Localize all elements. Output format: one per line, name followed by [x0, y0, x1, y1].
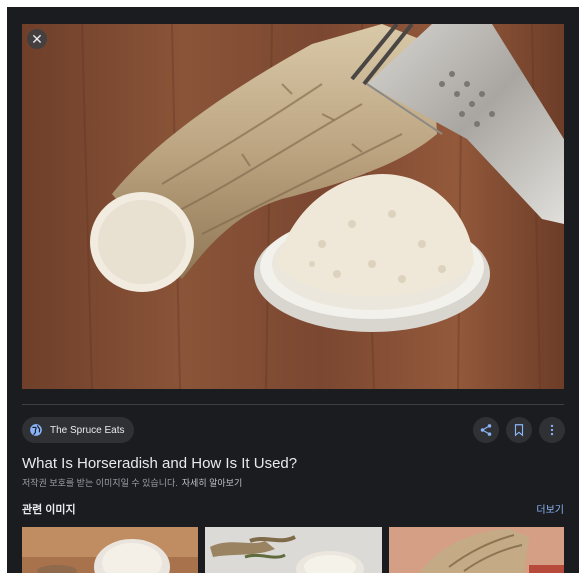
thumbnail-image	[389, 527, 564, 573]
source-name: The Spruce Eats	[50, 424, 125, 436]
related-thumbnail[interactable]	[205, 527, 382, 573]
thumbnail-image	[22, 527, 198, 573]
bookmark-icon	[514, 424, 524, 437]
source-chip[interactable]: The Spruce Eats	[22, 417, 135, 443]
globe-icon	[28, 422, 44, 438]
close-icon[interactable]: ✕	[27, 29, 47, 49]
share-button[interactable]	[473, 417, 499, 443]
more-link[interactable]: 더보기	[536, 501, 564, 516]
copyright-text: 저작권 보호를 받는 이미지일 수 있습니다.	[22, 478, 178, 488]
save-button[interactable]	[506, 417, 532, 443]
related-images-heading: 관련 이미지	[22, 504, 76, 516]
more-options-button[interactable]	[539, 417, 565, 443]
share-icon	[480, 424, 492, 436]
main-image[interactable]: ✕	[22, 24, 564, 389]
divider	[22, 404, 564, 405]
learn-more-link[interactable]: 자세히 알아보기	[182, 478, 242, 488]
related-thumbnail[interactable]	[22, 527, 198, 573]
image-title[interactable]: What Is Horseradish and How Is It Used?	[22, 455, 297, 472]
image-viewer-panel: ✕ The Spruce Eats What Is Horseradish an…	[7, 7, 579, 573]
horseradish-photo	[22, 24, 564, 389]
related-thumbnail[interactable]	[389, 527, 564, 573]
thumbnail-image	[205, 527, 382, 573]
more-vert-icon	[550, 424, 554, 436]
copyright-notice: 저작권 보호를 받는 이미지일 수 있습니다. 자세히 알아보기	[22, 476, 242, 489]
